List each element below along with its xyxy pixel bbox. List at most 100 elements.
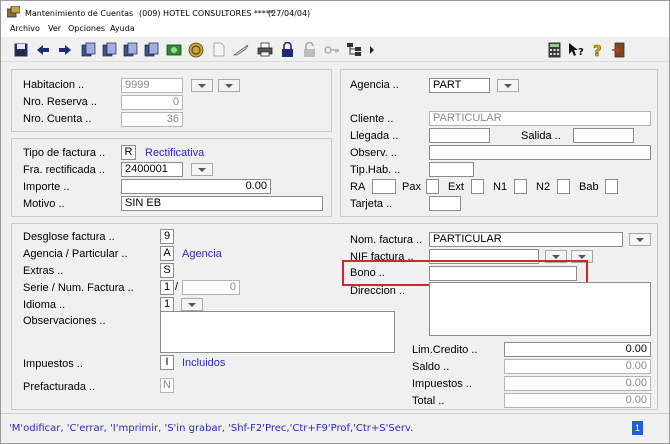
nro-cuenta-label: Nro. Cuenta .. xyxy=(23,113,92,125)
calculator-icon[interactable] xyxy=(546,41,563,58)
impuestos-mode-label: Impuestos .. xyxy=(23,358,83,370)
salida-label: Salida .. xyxy=(521,130,561,142)
lim-credito-field[interactable]: 0.00 xyxy=(504,342,651,357)
context-help-icon[interactable]: ? xyxy=(567,41,584,58)
doc-icon-1[interactable] xyxy=(80,41,97,58)
lock-open-icon[interactable] xyxy=(301,41,318,58)
motivo-field[interactable]: SIN EB xyxy=(121,196,323,211)
nom-factura-field[interactable]: PARTICULAR xyxy=(429,232,623,247)
total-field[interactable]: 0.00 xyxy=(504,393,651,408)
nro-cuenta-field[interactable]: 36 xyxy=(121,112,183,127)
page-icon[interactable] xyxy=(210,41,227,58)
serie-field[interactable]: 1 xyxy=(160,280,174,295)
saldo-label: Saldo .. xyxy=(412,361,450,373)
arrow-right-icon[interactable] xyxy=(56,41,73,58)
menu-ver[interactable]: Ver xyxy=(48,24,61,33)
company-name: (009) HOTEL CONSULTORES ***** xyxy=(139,9,274,18)
tipo-factura-desc: Rectificativa xyxy=(145,147,205,159)
svg-text:?: ? xyxy=(593,42,602,58)
desglose-field[interactable]: 9 xyxy=(160,229,174,244)
tarjeta-field[interactable] xyxy=(429,196,461,211)
tree-icon[interactable] xyxy=(345,41,362,58)
fra-rectificada-label: Fra. rectificada .. xyxy=(23,164,105,176)
app-icon xyxy=(7,6,20,18)
serie-label: Serie / Num. Factura .. xyxy=(23,282,134,294)
saldo-field[interactable]: 0.00 xyxy=(504,359,651,374)
extras-label: Extras .. xyxy=(23,265,64,277)
n2-label: N2 xyxy=(536,181,551,193)
llegada-field[interactable] xyxy=(429,128,490,143)
tiphab-field[interactable] xyxy=(429,162,474,177)
fra-rectificada-field[interactable]: 2400001 xyxy=(121,162,183,177)
key-icon[interactable] xyxy=(323,41,340,58)
idioma-field[interactable]: 1 xyxy=(160,297,174,312)
doc-icon-2[interactable] xyxy=(101,41,118,58)
ext-field[interactable] xyxy=(471,179,484,194)
ra-label: RA xyxy=(350,181,366,193)
window-title: Mantenimiento de Cuentas xyxy=(25,9,134,18)
impuestos-mode-desc: Incluidos xyxy=(182,357,226,369)
status-text: 'M'odificar, 'C'errar, 'I'mprimir, 'S'in… xyxy=(9,423,414,434)
impuestos-total-label: Impuestos .. xyxy=(412,378,472,390)
motivo-label: Motivo .. xyxy=(23,198,65,210)
cliente-field[interactable]: PARTICULAR xyxy=(429,111,651,126)
menu-archivo[interactable]: Archivo xyxy=(10,24,40,33)
printer-icon[interactable] xyxy=(256,41,273,58)
observ-field[interactable] xyxy=(429,145,651,160)
cliente-label: Cliente .. xyxy=(350,113,394,125)
habitacion-dropdown-1[interactable] xyxy=(191,79,213,92)
exit-icon[interactable] xyxy=(610,41,627,58)
direccion-field[interactable] xyxy=(429,282,651,336)
impuestos-mode-field[interactable]: I xyxy=(160,355,174,370)
arrow-left-icon[interactable] xyxy=(34,41,51,58)
doc-icon-4[interactable] xyxy=(143,41,160,58)
prefacturada-field[interactable]: N xyxy=(160,378,174,393)
idioma-label: Idioma .. xyxy=(23,299,66,311)
tiphab-label: Tip.Hab. .. xyxy=(350,164,401,176)
agencia-field[interactable]: PART xyxy=(429,78,490,93)
status-bar: 'M'odificar, 'C'errar, 'I'mprimir, 'S'in… xyxy=(1,413,669,443)
tipo-factura-field[interactable]: R xyxy=(121,145,136,160)
agencia-particular-field[interactable]: A xyxy=(160,246,174,261)
money-icon[interactable] xyxy=(165,41,182,58)
prefacturada-label: Prefacturada .. xyxy=(23,381,96,393)
n2-field[interactable] xyxy=(557,179,570,194)
menu-opciones[interactable]: Opciones xyxy=(68,24,105,33)
svg-text:?: ? xyxy=(578,47,584,58)
num-factura-field[interactable]: 0 xyxy=(182,280,240,295)
page-indicator[interactable]: 1 xyxy=(632,421,643,435)
lock-closed-icon[interactable] xyxy=(279,41,296,58)
importe-field[interactable]: 0.00 xyxy=(121,179,271,194)
habitacion-field[interactable]: 9999 xyxy=(121,78,183,93)
direccion-label: Direccion .. xyxy=(350,285,406,297)
agencia-dropdown[interactable] xyxy=(497,79,519,92)
euro-icon[interactable] xyxy=(187,41,204,58)
nom-factura-dropdown[interactable] xyxy=(629,233,651,246)
more-arrow-icon[interactable] xyxy=(367,41,377,58)
fra-rectificada-dropdown[interactable] xyxy=(191,163,213,176)
bab-field[interactable] xyxy=(605,179,618,194)
observaciones-field[interactable] xyxy=(160,311,395,353)
save-icon[interactable] xyxy=(12,41,29,58)
extras-field[interactable]: S xyxy=(160,263,174,278)
agencia-particular-desc: Agencia xyxy=(182,248,222,260)
idioma-dropdown[interactable] xyxy=(181,298,203,311)
menu-bar: Archivo Ver Opciones Ayuda xyxy=(1,23,669,37)
serie-separator: / xyxy=(175,281,179,293)
window-date: (27/04/04) xyxy=(268,9,311,18)
impuestos-total-field[interactable]: 0.00 xyxy=(504,376,651,391)
pax-field[interactable] xyxy=(426,179,439,194)
nro-reserva-label: Nro. Reserva .. xyxy=(23,96,97,108)
question-icon[interactable]: ? xyxy=(589,41,606,58)
nro-reserva-field[interactable]: 0 xyxy=(121,95,183,110)
importe-label: Importe .. xyxy=(23,181,70,193)
lim-credito-label: Lim.Credito .. xyxy=(412,344,478,356)
menu-ayuda[interactable]: Ayuda xyxy=(110,24,135,33)
habitacion-dropdown-2[interactable] xyxy=(218,79,240,92)
tarjeta-label: Tarjeta .. xyxy=(350,198,393,210)
doc-icon-3[interactable] xyxy=(122,41,139,58)
n1-field[interactable] xyxy=(514,179,527,194)
feather-icon[interactable] xyxy=(232,41,249,58)
salida-field[interactable] xyxy=(573,128,634,143)
ra-field[interactable] xyxy=(372,179,396,194)
